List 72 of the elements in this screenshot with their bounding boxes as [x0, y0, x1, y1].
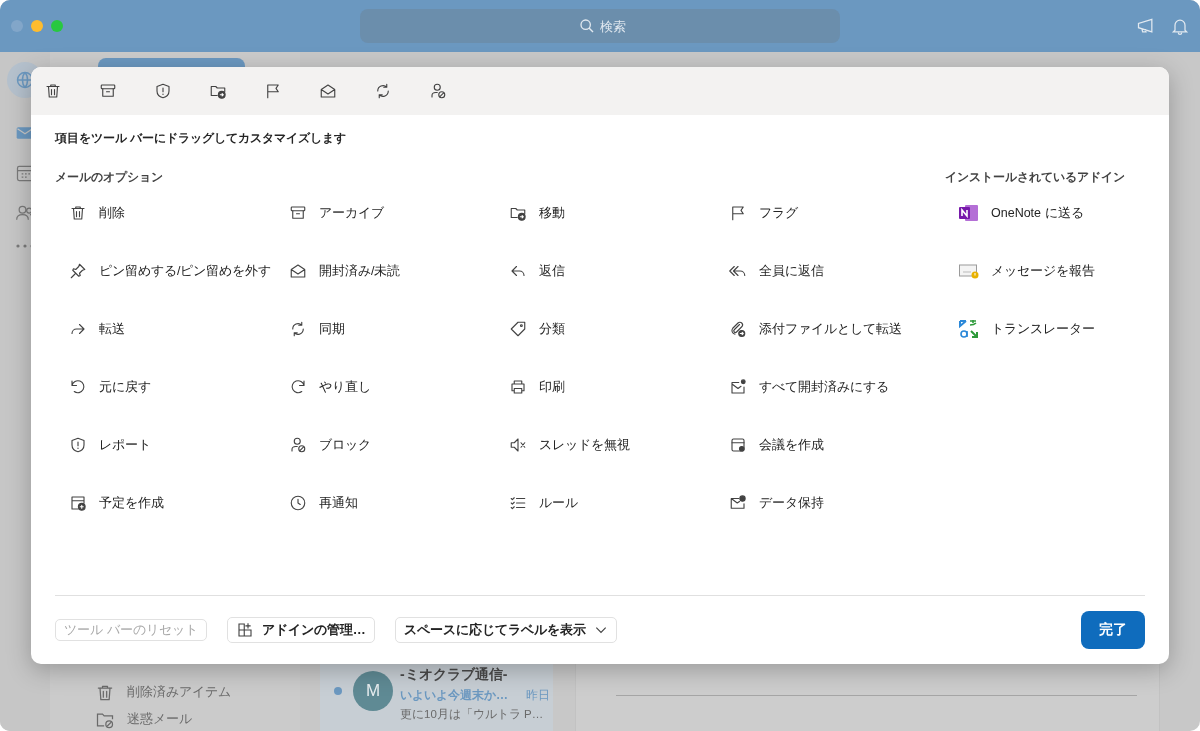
shield-icon — [69, 436, 87, 454]
done-button[interactable]: 完了 — [1081, 611, 1145, 649]
folder-item[interactable]: 削除済みアイテム — [50, 679, 300, 706]
section-heading: インストールされているアドイン — [945, 170, 1125, 184]
manage-addins-button[interactable]: アドインの管理… — [226, 617, 375, 643]
toolbar-option[interactable]: レポート — [55, 416, 275, 474]
envelope-dot-icon — [729, 378, 747, 396]
trash-icon — [44, 82, 62, 100]
archive-box-icon — [289, 204, 307, 222]
toolbar-option[interactable]: スレッドを無視 — [495, 416, 715, 474]
toolbar-option[interactable]: 同期 — [275, 300, 495, 358]
paperclip-arrow-icon — [729, 320, 747, 338]
toolbar-option[interactable]: ブロック — [275, 416, 495, 474]
toolbar-option[interactable]: 全員に返信 — [715, 242, 935, 300]
avatar: M — [353, 671, 393, 711]
toolbar-option[interactable]: 印刷 — [495, 358, 715, 416]
toolbar-option[interactable]: 予定を作成 — [55, 474, 275, 532]
toolbar-option[interactable]: 添付ファイルとして転送 — [715, 300, 935, 358]
toolbar-option[interactable]: 元に戻す — [55, 358, 275, 416]
message-subject: いよいよ今週末か… — [400, 687, 508, 704]
envelope-warning-icon — [959, 262, 979, 280]
toolbar-option[interactable]: ルール — [495, 474, 715, 532]
person-block-icon — [289, 436, 307, 454]
label-display-dropdown[interactable]: スペースに応じてラベルを表示 — [394, 617, 617, 643]
sync-icon — [289, 320, 307, 338]
grid-plus-icon — [235, 621, 254, 639]
printer-icon — [509, 378, 527, 396]
tag-icon — [509, 320, 527, 338]
notebook-icon — [959, 204, 979, 222]
sync-icon — [374, 82, 392, 100]
section-heading: メールのオプション — [55, 170, 164, 184]
flag-icon — [264, 82, 282, 100]
toolbar-option[interactable]: 開封済み/未読 — [275, 242, 495, 300]
toolbar-option[interactable]: 再通知 — [275, 474, 495, 532]
toolbar-option[interactable]: ピン留めする/ピン留めを外す — [55, 242, 275, 300]
calendar-plus-icon — [69, 494, 87, 512]
toolbar-option[interactable]: メッセージを報告 — [945, 242, 1125, 300]
archive-box-icon — [99, 82, 117, 100]
toolbar-option[interactable]: 返信 — [495, 242, 715, 300]
toolbar-option[interactable]: データ保持 — [715, 474, 935, 532]
toolbar-option[interactable]: 分類 — [495, 300, 715, 358]
search-field[interactable]: 検索 — [360, 9, 840, 43]
shield-icon — [154, 82, 172, 100]
message-preview: 更に10月は「ウルトラ P… — [400, 707, 545, 722]
message-time: 昨日 — [526, 687, 550, 704]
toolbar-option[interactable]: やり直し — [275, 358, 495, 416]
trash-icon — [69, 204, 87, 222]
undo-icon — [69, 378, 87, 396]
toolbar-option[interactable]: すべて開封済みにする — [715, 358, 935, 416]
redo-icon — [289, 378, 307, 396]
checklist-icon — [509, 494, 527, 512]
flag-icon — [729, 204, 747, 222]
toolbar-option[interactable]: 移動 — [495, 184, 715, 242]
folder-item[interactable]: 迷惑メール — [50, 706, 300, 731]
person-block-icon — [429, 82, 447, 100]
toolbar-option[interactable]: 会議を作成 — [715, 416, 935, 474]
clock-icon — [289, 494, 307, 512]
toolbar-option[interactable]: トランスレーター — [945, 300, 1125, 358]
speaker-mute-icon — [509, 436, 527, 454]
pin-icon — [69, 262, 87, 280]
instruction-text: 項目をツール バーにドラッグしてカスタマイズします — [55, 131, 348, 145]
toolbar-option[interactable]: 削除 — [55, 184, 275, 242]
calendar-icon — [729, 436, 747, 454]
translate-icon — [959, 319, 979, 339]
toolbar-option[interactable]: フラグ — [715, 184, 935, 242]
sender-name: -ミオクラブ通信- — [400, 666, 509, 684]
toolbar-option[interactable]: OneNote に送る — [945, 184, 1125, 242]
search-icon — [579, 18, 595, 34]
toolbar-option[interactable]: 転送 — [55, 300, 275, 358]
open-envelope-icon — [319, 82, 337, 100]
open-envelope-icon — [289, 262, 307, 280]
toolbar-option[interactable]: アーカイブ — [275, 184, 495, 242]
